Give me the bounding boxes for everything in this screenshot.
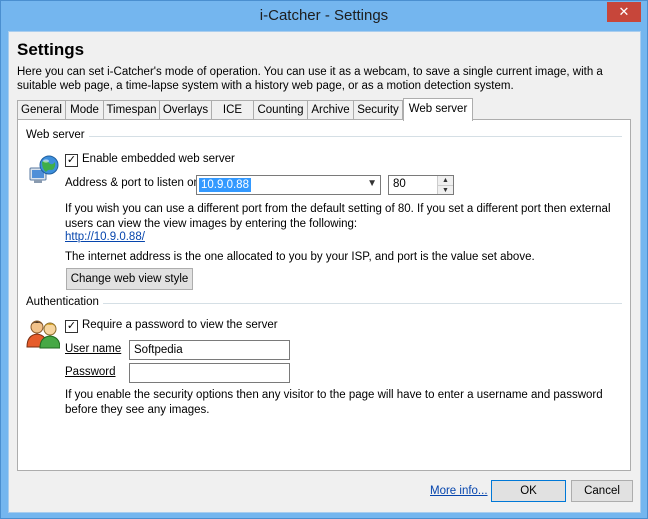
window-title: i-Catcher - Settings	[259, 7, 389, 24]
cancel-button[interactable]: Cancel	[571, 480, 633, 502]
tab-security[interactable]: Security	[353, 100, 403, 120]
tab-timespan[interactable]: Timespan	[103, 100, 160, 120]
tab-ice[interactable]: ICE	[211, 100, 254, 120]
stepper-down-icon[interactable]: ▼	[438, 185, 453, 194]
more-info-link[interactable]: More info...	[430, 485, 488, 497]
settings-window: i-Catcher - Settings ✕ Settings Here you…	[0, 0, 648, 519]
password-label: Password	[65, 366, 116, 378]
tab-mode[interactable]: Mode	[65, 100, 104, 120]
require-password-label: Require a password to view the server	[82, 319, 278, 331]
intro-text: Here you can set i-Catcher's mode of ope…	[17, 66, 603, 92]
password-field[interactable]	[129, 363, 290, 383]
dialog-client-area: Settings Here you can set i-Catcher's mo…	[8, 31, 641, 513]
authentication-group-label: Authentication	[26, 296, 103, 308]
tab-archive[interactable]: Archive	[307, 100, 354, 120]
enable-web-server-label: Enable embedded web server	[82, 153, 235, 165]
chevron-down-icon[interactable]: ▼	[367, 178, 377, 189]
port-help-text: If you wish you can use a different port…	[65, 203, 611, 230]
change-web-view-style-button[interactable]: Change web view style	[66, 268, 193, 290]
require-password-checkbox[interactable]: ✓	[65, 320, 78, 333]
tab-general[interactable]: General	[17, 100, 66, 120]
group-divider	[26, 303, 622, 304]
username-field[interactable]: Softpedia	[129, 340, 290, 360]
group-divider	[26, 136, 622, 137]
tab-web-server[interactable]: Web server	[403, 98, 473, 121]
stepper-up-icon[interactable]: ▲	[438, 176, 453, 185]
port-stepper-buttons[interactable]: ▲ ▼	[437, 176, 453, 194]
ok-button[interactable]: OK	[491, 480, 566, 502]
close-button[interactable]: ✕	[607, 2, 641, 22]
title-bar[interactable]: i-Catcher - Settings ✕	[1, 1, 647, 31]
web-server-url-link[interactable]: http://10.9.0.88/	[65, 231, 145, 243]
port-stepper[interactable]: 80 ▲ ▼	[388, 175, 454, 195]
address-value: 10.9.0.88	[199, 178, 251, 192]
address-dropdown[interactable]: 10.9.0.88 ▼	[196, 175, 381, 195]
page-title: Settings	[17, 40, 85, 59]
username-label: User name	[65, 343, 122, 355]
port-value: 80	[393, 178, 406, 190]
tab-overlays[interactable]: Overlays	[159, 100, 212, 120]
web-server-panel: Web server ✓ Enable embedded web server …	[17, 119, 631, 471]
tab-counting[interactable]: Counting	[253, 100, 308, 120]
address-port-label: Address & port to listen on	[65, 177, 200, 189]
security-note: If you enable the security options then …	[65, 389, 603, 416]
users-icon	[26, 319, 61, 349]
enable-web-server-checkbox[interactable]: ✓	[65, 154, 78, 167]
web-server-group-label: Web server	[26, 129, 89, 141]
internet-address-note: The internet address is the one allocate…	[65, 251, 535, 263]
globe-computer-icon	[28, 154, 60, 186]
